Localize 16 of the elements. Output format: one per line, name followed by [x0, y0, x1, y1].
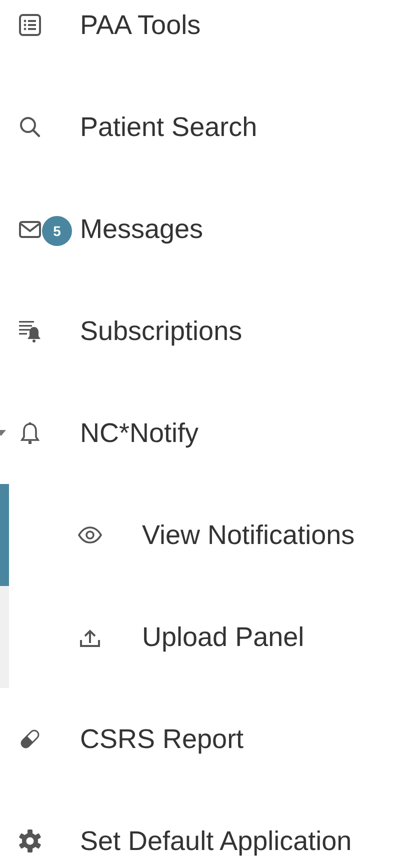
bell-list-icon: [18, 319, 42, 343]
gear-icon: [18, 829, 42, 853]
menu-item[interactable]: Set Default Application: [80, 826, 352, 856]
menu-item[interactable]: Patient Search: [80, 112, 258, 142]
notification-badge: 5: [42, 216, 72, 246]
caret-icon[interactable]: [0, 429, 6, 437]
menu-item[interactable]: Messages: [80, 214, 204, 244]
menu-item[interactable]: View Notifications: [142, 520, 355, 550]
search-icon: [18, 115, 42, 139]
menu-item[interactable]: CSRS Report: [80, 724, 244, 754]
menu-item[interactable]: Upload Panel: [142, 622, 304, 652]
menu-item[interactable]: PAA Tools: [80, 10, 201, 40]
bell-icon: [18, 421, 42, 445]
menu-item[interactable]: NC*Notify: [80, 418, 199, 448]
list-icon: [18, 13, 42, 37]
menu-item[interactable]: Subscriptions: [80, 316, 242, 346]
